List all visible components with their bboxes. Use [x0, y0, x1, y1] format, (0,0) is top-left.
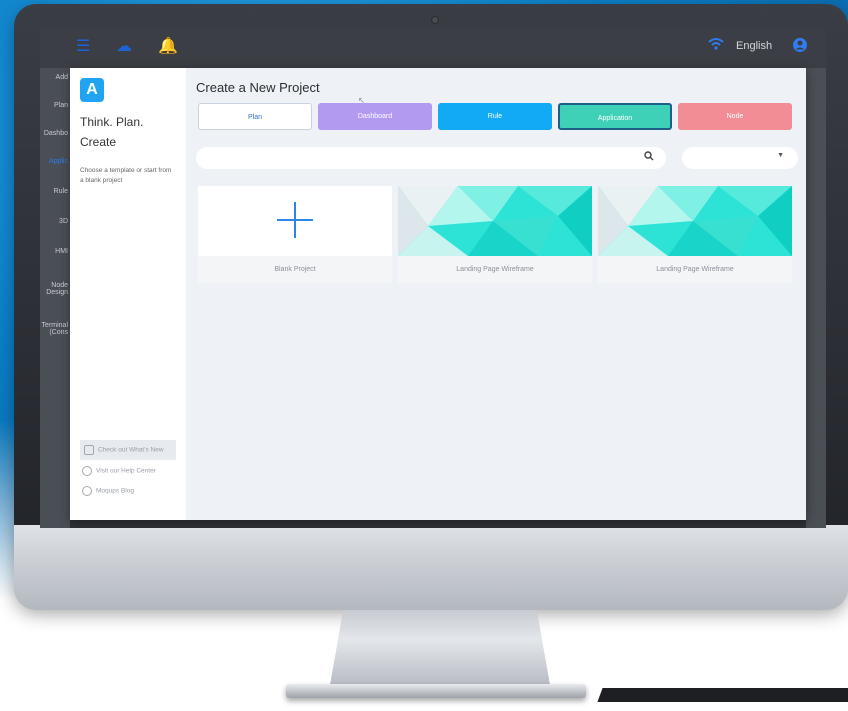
bell-icon[interactable]: 🔔: [158, 36, 178, 56]
template-card[interactable]: Landing Page Wireframe: [598, 186, 792, 283]
card-caption: Landing Page Wireframe: [598, 256, 792, 283]
bg-sidebar-item[interactable]: HMI: [40, 248, 70, 255]
bg-sidebar-item[interactable]: Node Design: [40, 282, 70, 296]
app-screen: ☰ ☁ 🔔 English Add Plan Dashbo Applic Rul…: [40, 28, 826, 528]
app-logo-icon: A: [80, 78, 104, 102]
camera-dot: [431, 16, 439, 24]
bg-sidebar-item[interactable]: Add: [40, 74, 70, 81]
background-sidebar: Add Plan Dashbo Applic Rule 3D HMI Node …: [40, 68, 70, 528]
tab-rule[interactable]: Rule: [438, 103, 552, 130]
monitor-base: [286, 684, 586, 698]
tagline-line2: Create: [80, 135, 117, 149]
wifi-icon: [708, 37, 724, 54]
tagline-line1: Think. Plan.: [80, 115, 144, 129]
desk-edge: [597, 688, 848, 702]
help-icon: [82, 466, 92, 476]
help-center-link[interactable]: Visit our Help Center: [82, 466, 156, 476]
help-center-label: Visit our Help Center: [96, 467, 156, 475]
card-thumbnail: [198, 186, 392, 256]
top-bar: ☰ ☁ 🔔 English: [40, 28, 826, 68]
template-card[interactable]: Landing Page Wireframe: [398, 186, 592, 283]
desktop-scene: ☰ ☁ 🔔 English Add Plan Dashbo Applic Rul…: [0, 0, 848, 711]
bg-sidebar-item[interactable]: Dashbo: [40, 130, 70, 137]
dialog-left-panel: A Think. Plan. Create Choose a template …: [70, 68, 186, 520]
background-right-panel: [806, 68, 826, 528]
gift-icon: [84, 445, 94, 455]
blank-project-card[interactable]: Blank Project: [198, 186, 392, 283]
whats-new-link[interactable]: Check out What's New: [80, 440, 176, 460]
tagline: Think. Plan. Create: [80, 112, 180, 152]
chevron-down-icon: ▼: [777, 152, 784, 159]
card-caption: Landing Page Wireframe: [398, 256, 592, 283]
bg-sidebar-item[interactable]: Terminal (Cons: [40, 322, 70, 336]
dialog-subtext: Choose a template or start from a blank …: [80, 167, 172, 184]
blog-link[interactable]: Moqups Blog: [82, 486, 134, 496]
menu-icon[interactable]: ☰: [76, 36, 90, 56]
bg-sidebar-item[interactable]: Plan: [40, 102, 70, 109]
blog-label: Moqups Blog: [96, 487, 134, 495]
user-icon[interactable]: [792, 37, 808, 56]
dialog-title: Create a New Project: [196, 80, 320, 95]
category-select[interactable]: ▼: [682, 147, 798, 169]
monitor-stand: [330, 610, 550, 685]
bg-sidebar-item[interactable]: Applic: [40, 158, 70, 165]
bg-sidebar-item[interactable]: Rule: [40, 188, 70, 195]
tab-node[interactable]: Node: [678, 103, 792, 130]
tab-plan[interactable]: Plan: [198, 103, 312, 130]
new-project-dialog: A Think. Plan. Create Choose a template …: [70, 68, 806, 520]
plus-icon: [277, 202, 313, 238]
blog-icon: [82, 486, 92, 496]
monitor-chin: [14, 525, 848, 610]
language-selector[interactable]: English: [736, 40, 772, 52]
cloud-icon[interactable]: ☁: [116, 36, 132, 56]
tab-application[interactable]: Application: [558, 103, 672, 130]
search-icon[interactable]: [644, 151, 654, 164]
teal-geometric-thumbnail: [598, 186, 792, 256]
tab-dashboard[interactable]: Dashboard: [318, 103, 432, 130]
card-caption: Blank Project: [198, 256, 392, 283]
bg-sidebar-item[interactable]: 3D: [40, 218, 70, 225]
template-search-input[interactable]: [196, 147, 666, 169]
dialog-main: Create a New Project ↖ Plan Dashboard Ru…: [186, 68, 806, 520]
teal-geometric-thumbnail: [398, 186, 592, 256]
whats-new-label: Check out What's New: [98, 446, 164, 454]
